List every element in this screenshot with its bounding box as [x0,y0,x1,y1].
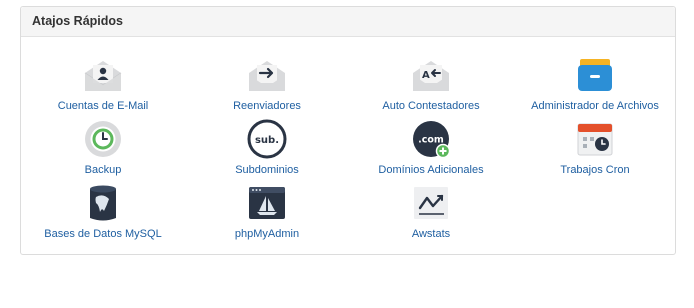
shortcut-cron-jobs[interactable]: Trabajos Cron [515,119,675,176]
shortcut-awstats[interactable]: Awstats [351,183,511,240]
file-manager-icon [578,59,612,91]
shortcut-phpmyadmin[interactable]: phpMyAdmin [187,183,347,240]
subdomains-icon: sub. [247,119,287,159]
awstats-icon [414,187,448,219]
svg-text:.com: .com [418,135,444,146]
addon-domains-icon: .com [413,121,451,159]
quick-shortcuts-panel: Atajos Rápidos Cuentas de E-Mail Reenvia… [20,6,676,255]
shortcut-subdomains[interactable]: sub. Subdominios [187,119,347,176]
svg-text:A: A [422,70,430,81]
svg-text:sub.: sub. [255,135,279,146]
shortcut-label: Subdominios [235,164,299,176]
shortcuts-grid: Cuentas de E-Mail Reenviadores A Auto Co… [21,37,677,255]
shortcut-label: phpMyAdmin [234,228,300,240]
panel-title: Atajos Rápidos [21,7,675,37]
shortcut-addon-domains[interactable]: .com Domínios Adicionales [351,119,511,176]
cron-jobs-icon [577,123,613,156]
backup-icon [85,121,121,157]
shortcut-label: Backup [84,164,122,176]
shortcut-label: Domínios Adicionales [378,164,484,176]
shortcut-mysql-databases[interactable]: Bases de Datos MySQL [23,183,183,240]
shortcut-email-accounts[interactable]: Cuentas de E-Mail [23,55,183,112]
shortcut-label: Administrador de Archivos [531,100,659,112]
email-accounts-icon [84,61,122,91]
shortcut-autoresponders[interactable]: A Auto Contestadores [351,55,511,112]
shortcut-backup[interactable]: Backup [23,119,183,176]
shortcut-forwarders[interactable]: Reenviadores [187,55,347,112]
autoresponders-icon: A [413,61,449,91]
shortcut-label: Cuentas de E-Mail [57,100,149,112]
forwarders-icon [249,61,285,91]
shortcut-label: Reenviadores [233,100,301,112]
shortcut-label: Auto Contestadores [382,100,480,112]
shortcut-file-manager[interactable]: Administrador de Archivos [515,55,675,112]
shortcut-label: Awstats [411,228,451,240]
shortcut-label: Bases de Datos MySQL [44,228,162,240]
mysql-databases-icon [90,185,116,221]
phpmyadmin-icon [249,187,285,219]
shortcut-label: Trabajos Cron [560,164,630,176]
